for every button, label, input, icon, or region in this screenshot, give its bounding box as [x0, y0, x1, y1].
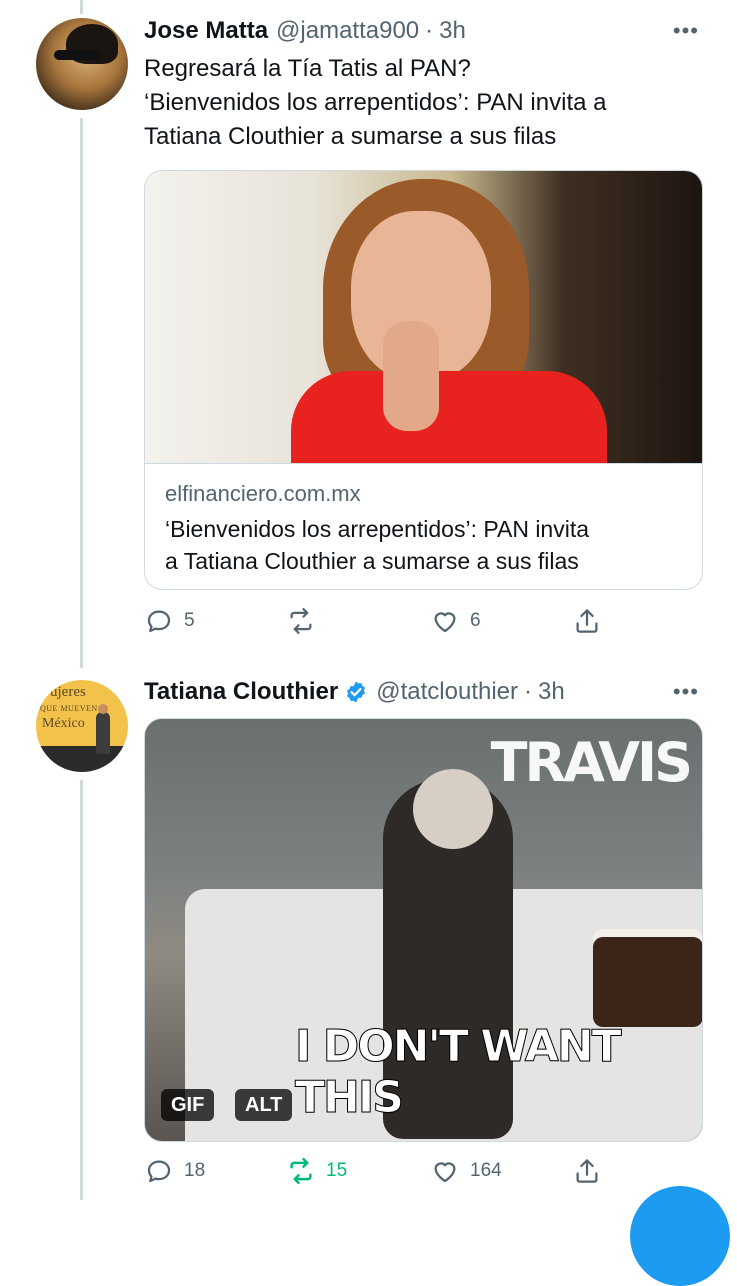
author-handle[interactable]: @tatclouthier	[376, 678, 518, 706]
reply-count: 5	[184, 610, 195, 631]
reply-icon	[147, 610, 171, 633]
avatar-text: México	[42, 716, 85, 731]
timestamp[interactable]: 3h	[439, 17, 466, 45]
tweet-text-line: Tatiana Clouthier a sumarse a sus filas	[144, 123, 557, 150]
tweet-1-actions: 5 6	[144, 606, 614, 636]
share-icon	[576, 1159, 598, 1183]
reply-count: 18	[184, 1160, 206, 1181]
avatar-text: ujeres	[50, 684, 86, 700]
share-button[interactable]	[572, 606, 602, 636]
author-handle[interactable]: @jamatta900	[276, 17, 419, 45]
media-caption: I DON'T WANT THIS	[295, 1021, 623, 1124]
like-count: 6	[470, 610, 481, 631]
alt-text-button[interactable]: ALT	[235, 1089, 293, 1121]
more-options-icon[interactable]: •••	[673, 679, 699, 705]
link-card-title-line: a Tatiana Clouthier a sumarse a sus fila…	[165, 548, 579, 574]
tweet-2-actions: 18 15 164	[144, 1156, 614, 1186]
retweet-icon	[290, 1157, 312, 1185]
reply-icon	[147, 1160, 171, 1183]
separator-dot: ·	[524, 678, 533, 705]
timestamp[interactable]: 3h	[538, 678, 565, 706]
retweet-icon	[290, 608, 312, 634]
heart-icon	[434, 612, 456, 633]
thread-line-2	[80, 780, 83, 1200]
thread-line-top	[80, 0, 83, 14]
verified-badge-icon	[347, 681, 366, 703]
avatar-tatiana-clouthier[interactable]: ujeres QUE MUEVEN A México	[36, 680, 128, 772]
tweet-text-line: ‘Bienvenidos los arrepentidos’: PAN invi…	[144, 89, 607, 116]
avatar-text: QUE MUEVEN A	[40, 704, 106, 713]
tweet-1-header: Jose Matta @jamatta900 · 3h	[144, 16, 466, 46]
compose-tweet-button[interactable]	[630, 1186, 730, 1286]
gif-badge: GIF	[161, 1089, 215, 1121]
tweet-2-header: Tatiana Clouthier @tatclouthier · 3h	[144, 677, 565, 707]
like-count: 164	[470, 1160, 502, 1181]
link-card-image[interactable]	[145, 171, 702, 464]
link-card[interactable]: elfinanciero.com.mx ‘Bienvenidos los arr…	[144, 170, 703, 590]
link-card-title: ‘Bienvenidos los arrepentidos’: PAN invi…	[165, 513, 685, 577]
reply-button[interactable]: 5	[144, 606, 195, 636]
thread-line-1	[80, 118, 83, 668]
author-name[interactable]: Jose Matta	[144, 17, 268, 45]
heart-icon	[434, 1162, 456, 1183]
gif-media[interactable]: TRAVIS I DON'T WANT THIS GIF ALT	[144, 718, 703, 1142]
separator-dot: ·	[425, 17, 434, 44]
reply-button[interactable]: 18	[144, 1156, 205, 1186]
retweet-button[interactable]	[286, 606, 326, 636]
tweet-text-line: Regresará la Tía Tatis al PAN?	[144, 55, 471, 82]
avatar-jose-matta[interactable]	[36, 18, 128, 110]
more-options-icon[interactable]: •••	[673, 18, 699, 44]
share-icon	[576, 609, 598, 633]
tweet-1-text: Regresará la Tía Tatis al PAN? ‘Bienveni…	[144, 52, 714, 154]
link-card-title-line: ‘Bienvenidos los arrepentidos’: PAN invi…	[165, 516, 590, 542]
author-name[interactable]: Tatiana Clouthier	[144, 678, 338, 706]
retweet-count: 15	[326, 1160, 348, 1181]
share-button[interactable]	[572, 1156, 602, 1186]
media-brand-text: TRAVIS	[490, 731, 693, 794]
like-button[interactable]: 164	[430, 1156, 502, 1186]
retweet-button[interactable]: 15	[286, 1156, 347, 1186]
like-button[interactable]: 6	[430, 606, 481, 636]
link-card-domain: elfinanciero.com.mx	[165, 481, 361, 506]
